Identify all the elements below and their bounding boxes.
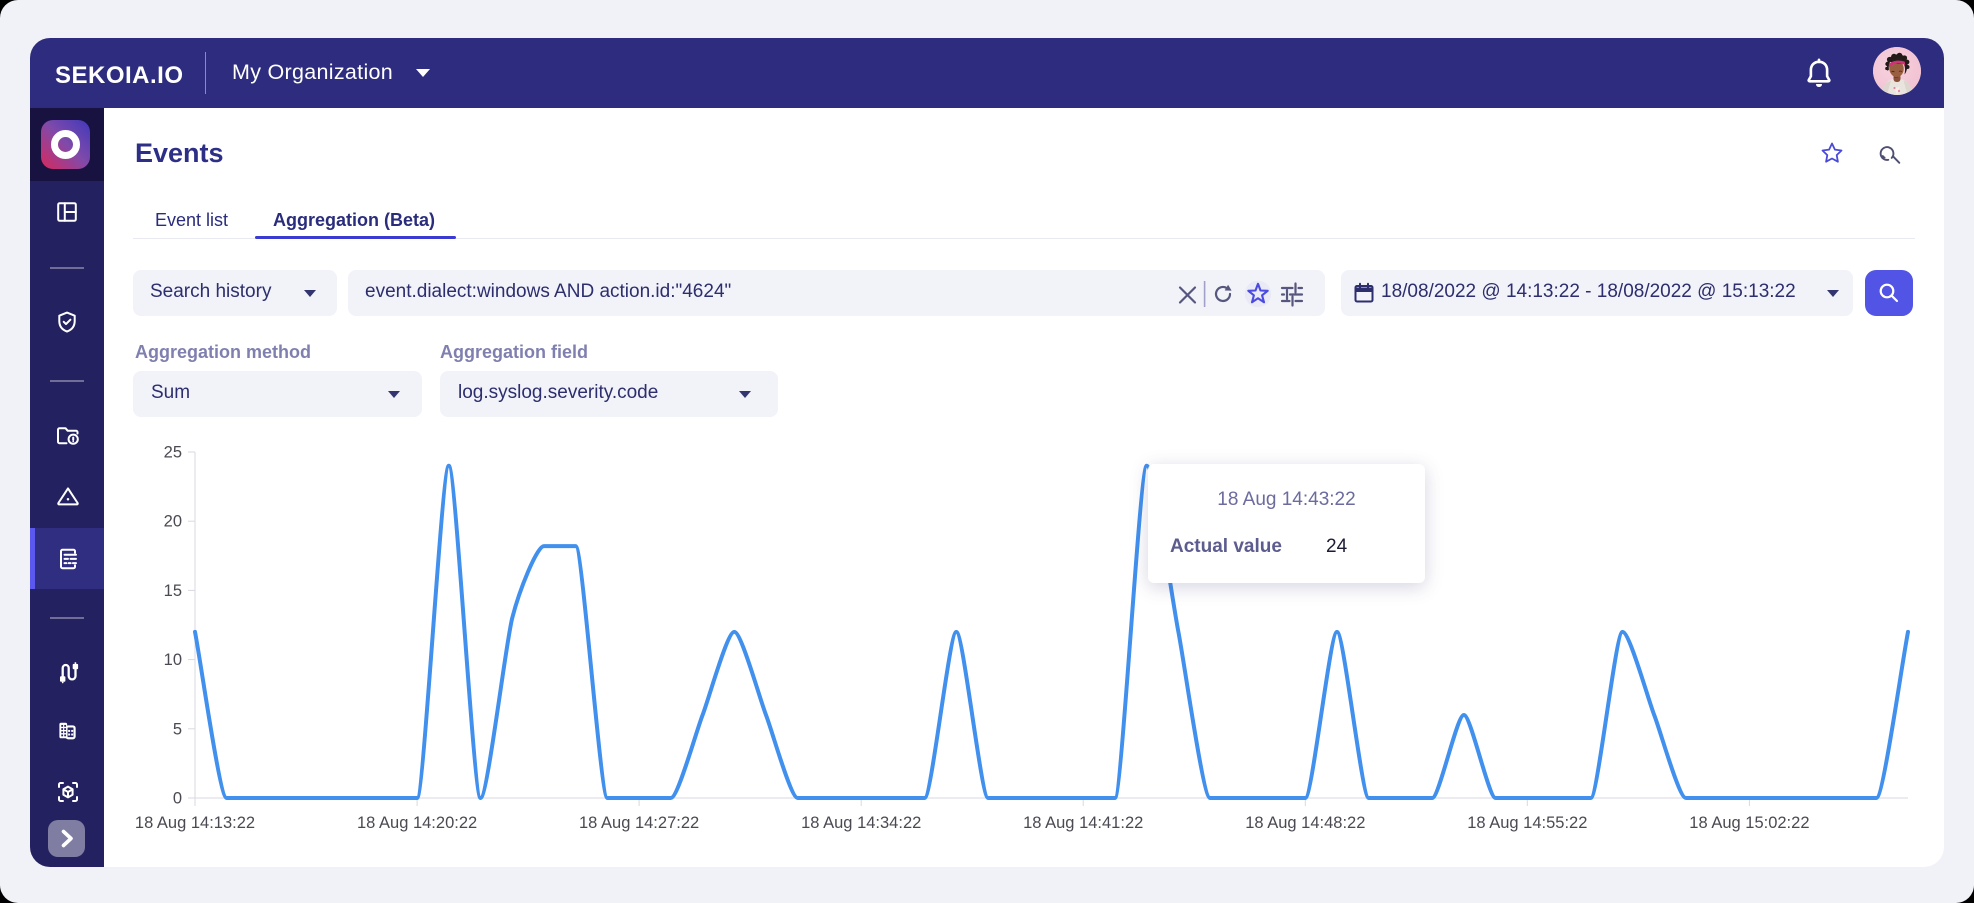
svg-text:18 Aug 14:48:22: 18 Aug 14:48:22	[1245, 814, 1365, 832]
svg-text:25: 25	[164, 444, 182, 462]
svg-text:18 Aug 14:13:22: 18 Aug 14:13:22	[135, 814, 255, 832]
svg-text:18 Aug 14:27:22: 18 Aug 14:27:22	[579, 814, 699, 832]
svg-text:18 Aug 15:02:22: 18 Aug 15:02:22	[1689, 814, 1809, 832]
svg-text:15: 15	[164, 582, 182, 600]
svg-text:18 Aug 14:20:22: 18 Aug 14:20:22	[357, 814, 477, 832]
svg-text:5: 5	[173, 720, 182, 738]
svg-text:20: 20	[164, 513, 182, 531]
svg-text:18 Aug 14:34:22: 18 Aug 14:34:22	[801, 814, 921, 832]
svg-text:18 Aug 14:41:22: 18 Aug 14:41:22	[1023, 814, 1143, 832]
svg-text:0: 0	[173, 790, 182, 808]
svg-text:10: 10	[164, 651, 182, 669]
svg-text:18 Aug 14:55:22: 18 Aug 14:55:22	[1467, 814, 1587, 832]
